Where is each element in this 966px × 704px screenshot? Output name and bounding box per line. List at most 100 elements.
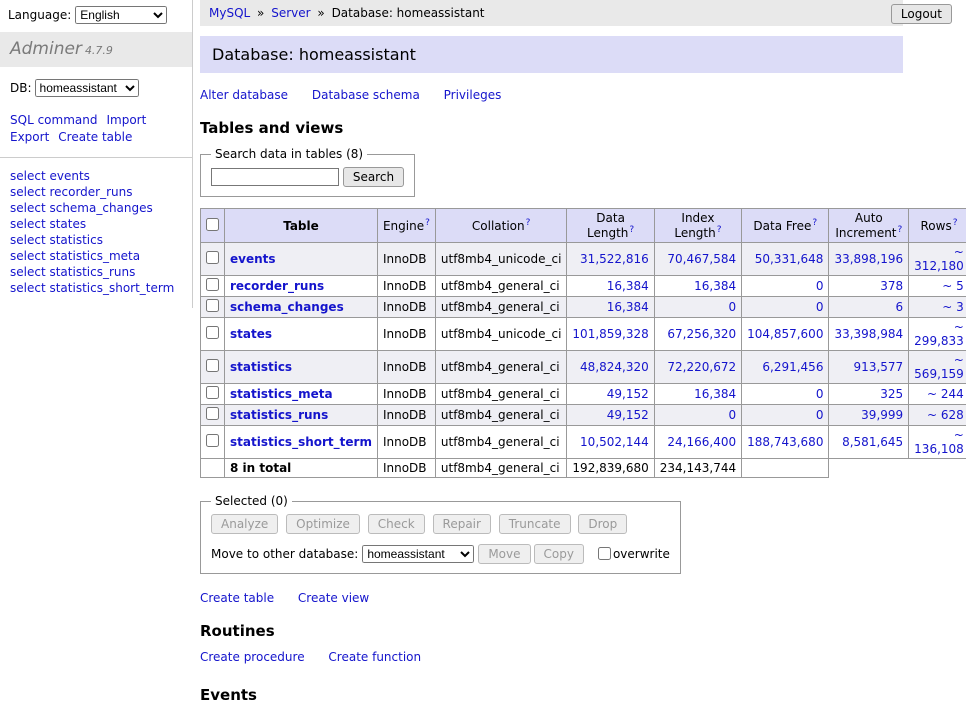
rows-count-link[interactable]: ~ 5 <box>942 279 964 293</box>
row-checkbox[interactable] <box>206 386 219 399</box>
auto-increment-link[interactable]: 33,398,984 <box>834 327 903 341</box>
auto-increment-link[interactable]: 325 <box>880 387 903 401</box>
rows-count-link[interactable]: ~ 299,833 <box>914 320 964 348</box>
help-icon[interactable]: ? <box>425 218 430 228</box>
rows-count-link[interactable]: ~ 628 <box>927 408 964 422</box>
select-table-link[interactable]: select statistics_meta <box>10 249 140 263</box>
rows-count-link[interactable]: ~ 244 <box>927 387 964 401</box>
row-checkbox[interactable] <box>206 434 219 447</box>
move-button[interactable]: Move <box>478 544 530 564</box>
rows-count-link[interactable]: ~ 136,108 <box>914 428 964 456</box>
auto-increment-link[interactable]: 39,999 <box>861 408 903 422</box>
data-length-link[interactable]: 48,824,320 <box>580 360 649 374</box>
breadcrumb-server-link[interactable]: Server <box>271 6 310 20</box>
create-table-sidebar-link[interactable]: Create table <box>58 130 132 144</box>
help-icon[interactable]: ? <box>526 218 531 228</box>
create-table-link[interactable]: Create table <box>200 591 274 605</box>
data-length-link[interactable]: 49,152 <box>607 387 649 401</box>
auto-increment-link[interactable]: 6 <box>896 300 904 314</box>
table-name-link[interactable]: statistics_runs <box>230 408 328 422</box>
database-schema-link[interactable]: Database schema <box>312 88 420 102</box>
alter-database-link[interactable]: Alter database <box>200 88 288 102</box>
select-table-link[interactable]: select statistics_short_term <box>10 281 174 295</box>
index-length-link[interactable]: 0 <box>728 300 736 314</box>
export-link[interactable]: Export <box>10 130 49 144</box>
help-icon[interactable]: ? <box>812 218 817 228</box>
index-length-link[interactable]: 16,384 <box>694 387 736 401</box>
overwrite-checkbox[interactable] <box>598 547 611 560</box>
optimize-button[interactable]: Optimize <box>286 514 360 534</box>
index-length-link[interactable]: 16,384 <box>694 279 736 293</box>
help-icon[interactable]: ? <box>629 225 634 235</box>
data-free-link[interactable]: 188,743,680 <box>747 435 823 449</box>
rows-count-link[interactable]: ~ 312,180 <box>914 245 964 273</box>
select-table-link[interactable]: select events <box>10 169 90 183</box>
help-icon[interactable]: ? <box>717 225 722 235</box>
data-length-link[interactable]: 49,152 <box>607 408 649 422</box>
index-length-link[interactable]: 0 <box>728 408 736 422</box>
data-length-link[interactable]: 31,522,816 <box>580 252 649 266</box>
data-free-link[interactable]: 0 <box>816 408 824 422</box>
row-checkbox[interactable] <box>206 407 219 420</box>
row-checkbox[interactable] <box>206 359 219 372</box>
create-view-link[interactable]: Create view <box>298 591 369 605</box>
index-length-link[interactable]: 72,220,672 <box>667 360 736 374</box>
index-length-link[interactable]: 24,166,400 <box>667 435 736 449</box>
auto-increment-link[interactable]: 913,577 <box>854 360 904 374</box>
data-length-link[interactable]: 16,384 <box>607 300 649 314</box>
index-length-link[interactable]: 67,256,320 <box>667 327 736 341</box>
sql-command-link[interactable]: SQL command <box>10 113 97 127</box>
select-table-link[interactable]: select statistics_runs <box>10 265 135 279</box>
row-checkbox[interactable] <box>206 278 219 291</box>
rows-count-link[interactable]: ~ 3 <box>942 300 964 314</box>
privileges-link[interactable]: Privileges <box>444 88 502 102</box>
data-length-link[interactable]: 10,502,144 <box>580 435 649 449</box>
table-name-link[interactable]: schema_changes <box>230 300 344 314</box>
table-name-link[interactable]: states <box>230 327 272 341</box>
create-procedure-link[interactable]: Create procedure <box>200 650 305 664</box>
db-select[interactable]: homeassistant <box>35 79 139 97</box>
import-link[interactable]: Import <box>106 113 146 127</box>
table-name-link[interactable]: events <box>230 252 276 266</box>
row-checkbox[interactable] <box>206 251 219 264</box>
copy-button[interactable]: Copy <box>534 544 584 564</box>
help-icon[interactable]: ? <box>898 225 903 235</box>
auto-increment-link[interactable]: 33,898,196 <box>834 252 903 266</box>
search-input[interactable] <box>211 168 339 186</box>
table-name-link[interactable]: statistics <box>230 360 292 374</box>
data-free-link[interactable]: 0 <box>816 300 824 314</box>
analyze-button[interactable]: Analyze <box>211 514 278 534</box>
select-table-link[interactable]: select schema_changes <box>10 201 153 215</box>
auto-increment-link[interactable]: 378 <box>880 279 903 293</box>
select-table-link[interactable]: select statistics <box>10 233 103 247</box>
table-name-link[interactable]: statistics_short_term <box>230 435 372 449</box>
data-length-link[interactable]: 101,859,328 <box>572 327 648 341</box>
select-table-link[interactable]: select states <box>10 217 86 231</box>
adminer-logo-link[interactable]: Adminer <box>10 39 82 59</box>
help-icon[interactable]: ? <box>953 218 958 228</box>
repair-button[interactable]: Repair <box>433 514 491 534</box>
language-select[interactable]: English <box>75 6 167 24</box>
row-checkbox[interactable] <box>206 299 219 312</box>
select-all-checkbox[interactable] <box>206 218 219 231</box>
table-name-link[interactable]: statistics_meta <box>230 387 333 401</box>
create-function-link[interactable]: Create function <box>328 650 421 664</box>
select-table-link[interactable]: select recorder_runs <box>10 185 133 199</box>
data-free-link[interactable]: 50,331,648 <box>755 252 824 266</box>
drop-button[interactable]: Drop <box>578 514 627 534</box>
auto-increment-link[interactable]: 8,581,645 <box>842 435 903 449</box>
truncate-button[interactable]: Truncate <box>499 514 571 534</box>
breadcrumb-mysql-link[interactable]: MySQL <box>209 6 250 20</box>
data-free-link[interactable]: 0 <box>816 279 824 293</box>
row-checkbox[interactable] <box>206 326 219 339</box>
logout-button[interactable]: Logout <box>891 4 952 24</box>
data-free-link[interactable]: 104,857,600 <box>747 327 823 341</box>
index-length-link[interactable]: 70,467,584 <box>667 252 736 266</box>
move-db-select[interactable]: homeassistant <box>362 545 474 563</box>
check-button[interactable]: Check <box>368 514 425 534</box>
data-free-link[interactable]: 6,291,456 <box>762 360 823 374</box>
rows-count-link[interactable]: ~ 569,159 <box>914 353 964 381</box>
search-button[interactable]: Search <box>343 167 404 187</box>
data-length-link[interactable]: 16,384 <box>607 279 649 293</box>
data-free-link[interactable]: 0 <box>816 387 824 401</box>
